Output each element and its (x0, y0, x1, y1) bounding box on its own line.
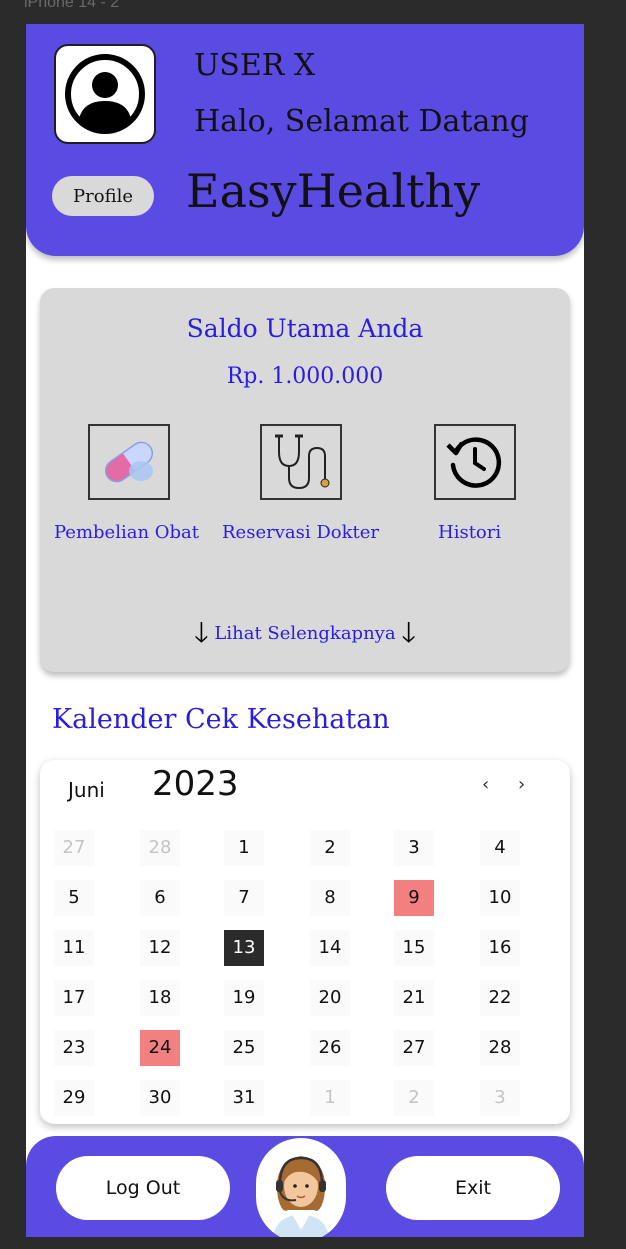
frame-label: iPhone 14 - 2 (24, 0, 120, 11)
calendar-day[interactable]: 28 (480, 1030, 520, 1066)
calendar-day[interactable]: 13 (224, 930, 264, 966)
prev-month-button[interactable]: ‹ (482, 774, 489, 795)
calendar-day[interactable]: 5 (54, 880, 94, 916)
balance-title: Saldo Utama Anda (186, 314, 424, 343)
calendar-day[interactable]: 17 (54, 980, 94, 1016)
pill-icon (104, 441, 154, 483)
calendar-day[interactable]: 10 (480, 880, 520, 916)
calendar-day[interactable]: 7 (224, 880, 264, 916)
calendar-day[interactable]: 18 (140, 980, 180, 1016)
phone-screen: USER X Halo, Selamat Datang Profile Easy… (26, 24, 584, 1237)
calendar-day[interactable]: 27 (54, 830, 94, 866)
doctor-reservation-button[interactable] (260, 424, 342, 500)
calendar-day[interactable]: 12 (140, 930, 180, 966)
service-label-doctor[interactable]: Reservasi Dokter (222, 522, 379, 543)
user-avatar-icon (65, 54, 145, 134)
calendar-day[interactable]: 1 (310, 1080, 350, 1116)
next-month-button[interactable]: › (518, 774, 525, 795)
avatar[interactable] (54, 44, 156, 144)
see-more-label: Lihat Selengkapnya (214, 623, 396, 644)
calendar-day[interactable]: 20 (310, 980, 350, 1016)
calendar-day[interactable]: 21 (394, 980, 434, 1016)
calendar-day[interactable]: 14 (310, 930, 350, 966)
customer-service-avatar[interactable] (256, 1138, 346, 1237)
calendar-day[interactable]: 3 (480, 1080, 520, 1116)
balance-card: Saldo Utama Anda Rp. 1.000.000 Pembelian… (40, 288, 570, 672)
stethoscope-icon (275, 434, 330, 490)
calendar-heading: Kalender Cek Kesehatan (52, 704, 390, 735)
greeting-text: Halo, Selamat Datang (194, 104, 529, 139)
calendar: Juni 2023 ‹ › 27 28 1 2 3 4 5 6 7 8 9 10 11 12 13 14 15 1… (40, 760, 570, 1124)
calendar-day[interactable]: 31 (224, 1080, 264, 1116)
calendar-day[interactable]: 6 (140, 880, 180, 916)
calendar-day[interactable]: 2 (394, 1080, 434, 1116)
calendar-day[interactable]: 30 (140, 1080, 180, 1116)
history-icon (446, 437, 502, 488)
see-more-link[interactable]: 🡓 Lihat Selengkapnya 🡓 (40, 612, 570, 660)
customer-service-icon (272, 1156, 330, 1237)
arrow-down-icon: 🡓 (401, 616, 416, 649)
calendar-day[interactable]: 23 (54, 1030, 94, 1066)
calendar-day[interactable]: 26 (310, 1030, 350, 1066)
medicine-purchase-button[interactable] (88, 424, 170, 500)
calendar-day[interactable]: 9 (394, 880, 434, 916)
calendar-year: 2023 (152, 764, 239, 804)
calendar-day[interactable]: 16 (480, 930, 520, 966)
balance-amount: Rp. 1.000.000 (226, 364, 384, 389)
calendar-day[interactable]: 2 (310, 830, 350, 866)
calendar-day[interactable]: 4 (480, 830, 520, 866)
calendar-day[interactable]: 28 (140, 830, 180, 866)
calendar-day[interactable]: 27 (394, 1030, 434, 1066)
calendar-day[interactable]: 22 (480, 980, 520, 1016)
history-button[interactable] (434, 424, 516, 500)
calendar-day[interactable]: 1 (224, 830, 264, 866)
user-name: USER X (194, 48, 316, 83)
header: USER X Halo, Selamat Datang Profile Easy… (26, 24, 584, 256)
calendar-day[interactable]: 15 (394, 930, 434, 966)
footer: Log Out Exit (26, 1136, 584, 1237)
app-name: EasyHealthy (186, 164, 481, 218)
calendar-day[interactable]: 24 (140, 1030, 180, 1066)
arrow-down-icon: 🡓 (194, 616, 209, 649)
calendar-day[interactable]: 25 (224, 1030, 264, 1066)
calendar-day[interactable]: 29 (54, 1080, 94, 1116)
logout-button[interactable]: Log Out (56, 1156, 230, 1220)
profile-button[interactable]: Profile (52, 176, 154, 216)
exit-button[interactable]: Exit (386, 1156, 560, 1220)
calendar-month: Juni (68, 778, 105, 802)
calendar-day[interactable]: 11 (54, 930, 94, 966)
calendar-day[interactable]: 3 (394, 830, 434, 866)
calendar-day[interactable]: 19 (224, 980, 264, 1016)
service-label-medicine[interactable]: Pembelian Obat (54, 522, 199, 543)
calendar-day[interactable]: 8 (310, 880, 350, 916)
service-label-history[interactable]: Histori (438, 522, 501, 543)
